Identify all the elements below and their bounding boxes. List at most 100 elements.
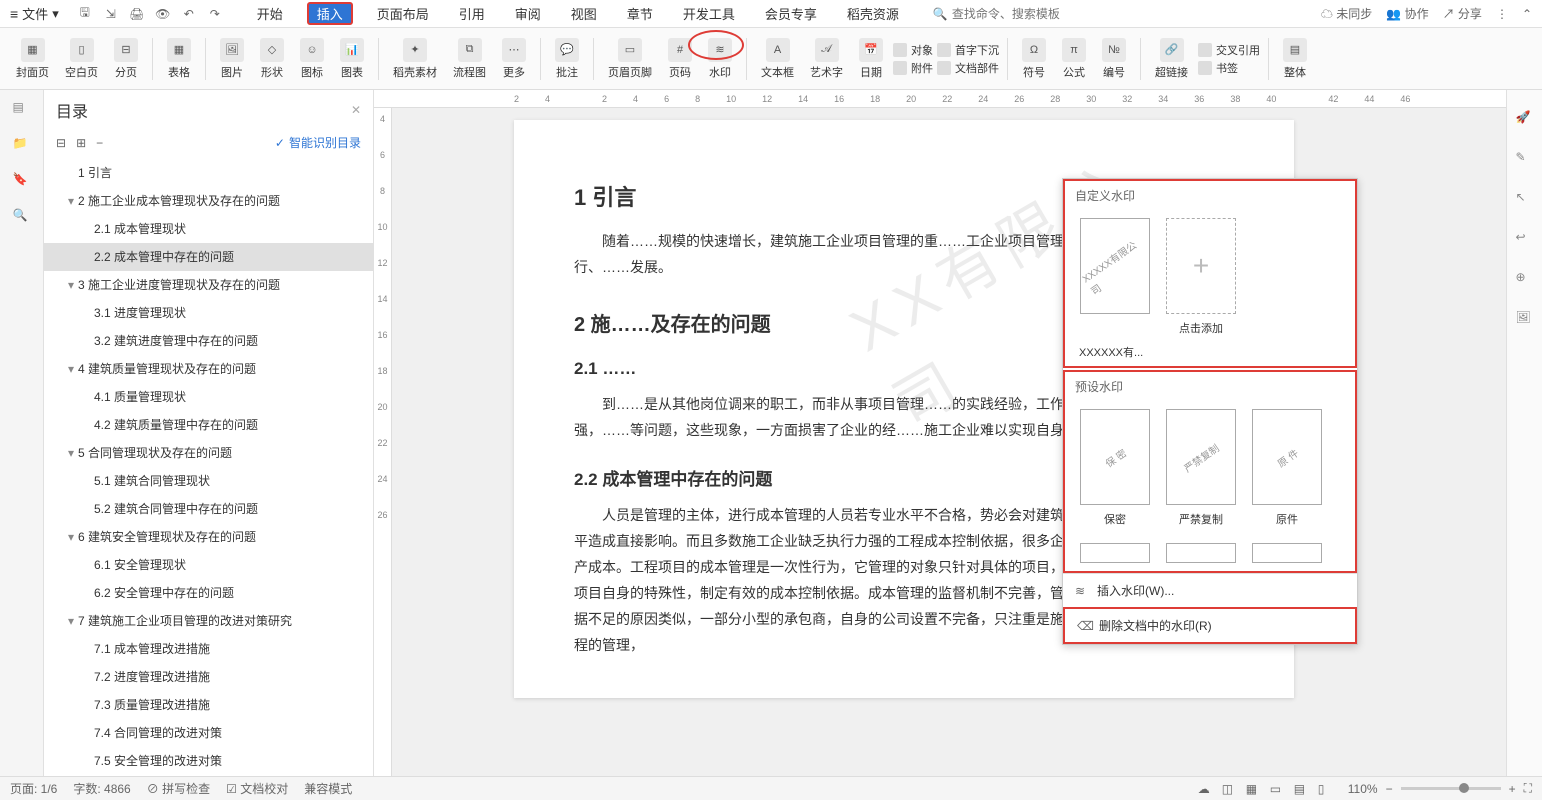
material-button[interactable]: ✦稻壳素材 [387, 38, 443, 80]
add-watermark-button[interactable]: + 点击添加 [1165, 218, 1237, 336]
comment-button[interactable]: 💬批注 [549, 38, 585, 80]
image-icon[interactable]: 🖼 [1516, 310, 1534, 328]
spellcheck-toggle[interactable]: ⊘ 拼写检查 [147, 780, 210, 797]
symbol-button[interactable]: Ω符号 [1016, 38, 1052, 80]
word-count[interactable]: 字数: 4866 [73, 780, 130, 797]
view-read-icon[interactable]: ▯ [1318, 782, 1332, 796]
tab-start[interactable]: 开始 [251, 2, 289, 25]
toc-item[interactable]: 3.1 进度管理现状 [44, 299, 373, 327]
page-status[interactable]: 页面: 1/6 [10, 780, 57, 797]
hyperlink-button[interactable]: 🔗超链接 [1149, 38, 1194, 80]
flowchart-button[interactable]: ⧉流程图 [447, 38, 492, 80]
toc-item[interactable]: 8 结论 [44, 775, 373, 776]
command-search[interactable]: 🔍 [933, 7, 1072, 21]
preset-watermark-item[interactable]: 原 件原件 [1251, 409, 1323, 527]
toc-item[interactable]: 4.2 建筑质量管理中存在的问题 [44, 411, 373, 439]
view-print-icon[interactable]: ▦ [1246, 782, 1260, 796]
tab-layout[interactable]: 页面布局 [371, 2, 435, 25]
dropcap-button[interactable]: 首字下沉 [937, 42, 999, 58]
toc-item[interactable]: 2.1 成本管理现状 [44, 215, 373, 243]
collab-button[interactable]: 👥 协作 [1386, 5, 1428, 22]
zoom-level[interactable]: 110% [1348, 782, 1378, 796]
page-break-button[interactable]: ⊟分页 [108, 38, 144, 80]
view-mode-icon[interactable]: ☁ [1198, 782, 1212, 796]
toc-item[interactable]: 4.1 质量管理现状 [44, 383, 373, 411]
shapes-button[interactable]: ◇形状 [254, 38, 290, 80]
bookmark-icon[interactable]: 🔖 [13, 172, 31, 190]
toc-item[interactable]: ▾3 施工企业进度管理现状及存在的问题 [44, 271, 373, 299]
toc-item[interactable]: 5.2 建筑合同管理中存在的问题 [44, 495, 373, 523]
tab-member[interactable]: 会员专享 [759, 2, 823, 25]
tab-devtools[interactable]: 开发工具 [677, 2, 741, 25]
tab-resources[interactable]: 稻壳资源 [841, 2, 905, 25]
preset-watermark-more[interactable] [1165, 543, 1237, 563]
cursor-icon[interactable]: ↖ [1516, 190, 1534, 208]
close-icon[interactable]: ✕ [351, 103, 361, 117]
overall-button[interactable]: ▤整体 [1277, 38, 1313, 80]
caret-icon[interactable]: ⌃ [1522, 7, 1532, 21]
toc-item[interactable]: ▾2 施工企业成本管理现状及存在的问题 [44, 187, 373, 215]
rocket-icon[interactable]: 🚀 [1516, 110, 1534, 128]
toc-item[interactable]: 7.2 进度管理改进措施 [44, 663, 373, 691]
fit-page-icon[interactable]: ⛶ [1524, 781, 1532, 796]
view-outline-icon[interactable]: ▤ [1294, 782, 1308, 796]
toc-item[interactable]: 5.1 建筑合同管理现状 [44, 467, 373, 495]
preset-watermark-more[interactable] [1079, 543, 1151, 563]
preset-watermark-item[interactable]: 严禁复制严禁复制 [1165, 409, 1237, 527]
tab-insert[interactable]: 插入 [307, 2, 353, 25]
view-mode-icon[interactable]: ◫ [1222, 782, 1236, 796]
smart-toc-button[interactable]: ✓ 智能识别目录 [275, 134, 361, 151]
tab-chapter[interactable]: 章节 [621, 2, 659, 25]
preset-watermark-item[interactable]: 保 密保密 [1079, 409, 1151, 527]
return-icon[interactable]: ↩ [1516, 230, 1534, 248]
file-menu[interactable]: ≡ 文件 ▾ [10, 4, 59, 23]
undo-icon[interactable]: ↶ [181, 6, 197, 22]
more-button[interactable]: ⋯更多 [496, 38, 532, 80]
share-button[interactable]: ↗ 分享 [1443, 5, 1482, 22]
bookmark-button[interactable]: 书签 [1198, 60, 1260, 76]
toc-item[interactable]: 6.2 安全管理中存在的问题 [44, 579, 373, 607]
header-footer-button[interactable]: ▭页眉页脚 [602, 38, 658, 80]
blank-page-button[interactable]: ▯空白页 [59, 38, 104, 80]
print-icon[interactable]: 🖨 [129, 6, 145, 22]
insert-watermark-action[interactable]: ≋ 插入水印(W)... [1063, 574, 1357, 607]
toc-item[interactable]: 3.2 建筑进度管理中存在的问题 [44, 327, 373, 355]
toc-item[interactable]: ▾4 建筑质量管理现状及存在的问题 [44, 355, 373, 383]
zoom-slider[interactable] [1401, 787, 1501, 790]
toc-item[interactable]: 1 引言 [44, 159, 373, 187]
zoom-in-icon[interactable]: + [1509, 782, 1516, 796]
save-icon[interactable]: 🖫 [77, 6, 93, 22]
toc-item[interactable]: 7.3 质量管理改进措施 [44, 691, 373, 719]
search-rail-icon[interactable]: 🔍 [13, 208, 31, 226]
picture-button[interactable]: 🖼图片 [214, 38, 250, 80]
toc-minus-icon[interactable]: − [96, 136, 103, 150]
more-icon[interactable]: ⋮ [1496, 7, 1508, 21]
export-icon[interactable]: ⇲ [103, 6, 119, 22]
print-preview-icon[interactable]: 👁 [155, 6, 171, 22]
custom-watermark-item[interactable]: XXXXX有限公司 [1079, 218, 1151, 336]
numbering-button[interactable]: №编号 [1096, 38, 1132, 80]
toc-item[interactable]: ▾7 建筑施工企业项目管理的改进对策研究 [44, 607, 373, 635]
equation-button[interactable]: π公式 [1056, 38, 1092, 80]
watermark-button[interactable]: ≋水印 [702, 38, 738, 80]
pencil-icon[interactable]: ✎ [1516, 150, 1534, 168]
docparts-button[interactable]: 文档部件 [937, 60, 999, 76]
cover-page-button[interactable]: ▦封面页 [10, 38, 55, 80]
wordart-button[interactable]: 𝒜艺术字 [804, 38, 849, 80]
zoom-out-icon[interactable]: − [1386, 782, 1393, 796]
sync-status[interactable]: ☁ 未同步 [1321, 5, 1372, 22]
crossref-button[interactable]: 交叉引用 [1198, 42, 1260, 58]
view-web-icon[interactable]: ▭ [1270, 782, 1284, 796]
toc-item[interactable]: 2.2 成本管理中存在的问题 [44, 243, 373, 271]
attachment-button[interactable]: 附件 [893, 60, 933, 76]
toc-item[interactable]: ▾5 合同管理现状及存在的问题 [44, 439, 373, 467]
date-button[interactable]: 📅日期 [853, 38, 889, 80]
proofread-toggle[interactable]: ☑ 文档校对 [226, 780, 288, 797]
search-input[interactable] [952, 7, 1072, 21]
tab-reference[interactable]: 引用 [453, 2, 491, 25]
remove-watermark-action[interactable]: ⌫ 删除文档中的水印(R) [1063, 607, 1357, 644]
compass-icon[interactable]: ⊕ [1516, 270, 1534, 288]
toc-item[interactable]: 7.1 成本管理改进措施 [44, 635, 373, 663]
preset-watermark-more[interactable] [1251, 543, 1323, 563]
page-number-button[interactable]: #页码 [662, 38, 698, 80]
